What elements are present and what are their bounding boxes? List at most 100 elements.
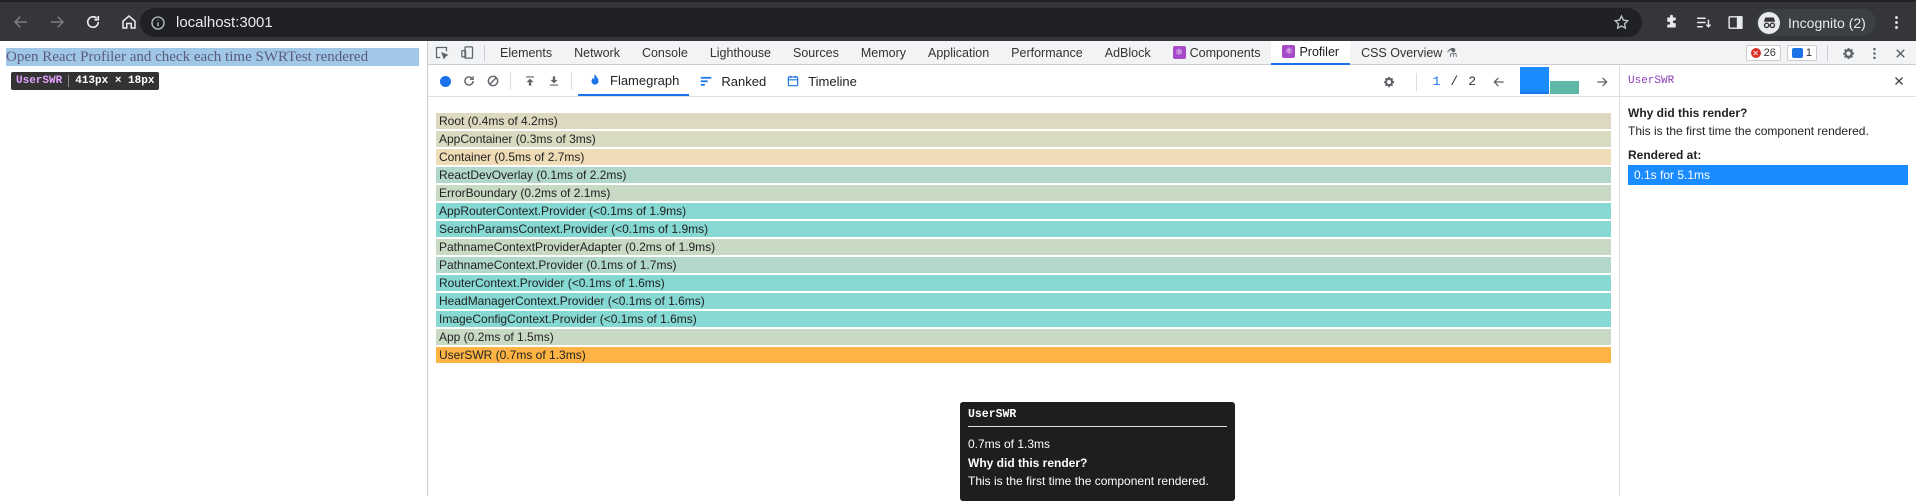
flamegraph-node[interactable]: RouterContext.Provider (<0.1ms of 1.6ms) <box>436 275 1611 291</box>
block-icon <box>487 75 499 87</box>
commit-navigator: 1 / 2 <box>1376 66 1613 97</box>
save-profile-button[interactable] <box>543 70 565 92</box>
flamegraph-node[interactable]: PathnameContextProviderAdapter (0.2ms of… <box>436 239 1611 255</box>
profiler-settings-button[interactable] <box>1378 71 1400 93</box>
devtools-close-button[interactable] <box>1890 43 1910 63</box>
error-badge[interactable]: ✕ 26 <box>1745 45 1781 61</box>
react-icon: ⚛ <box>1282 45 1296 58</box>
commit-current: 1 <box>1432 74 1441 89</box>
tab-label: Lighthouse <box>709 45 771 60</box>
profile-button[interactable]: Incognito (2) <box>1756 9 1876 36</box>
reading-list-icon <box>1696 17 1711 28</box>
rendered-at-item[interactable]: 0.1s for 5.1ms <box>1628 165 1908 185</box>
flamegraph-node[interactable]: Root (0.4ms of 4.2ms) <box>436 113 1611 129</box>
tooltip-question: Why did this render? <box>968 456 1088 470</box>
url-text[interactable]: localhost:3001 <box>176 14 273 31</box>
tab-console[interactable]: Console <box>631 41 699 65</box>
tab-network[interactable]: Network <box>563 41 631 65</box>
star-icon[interactable] <box>1613 14 1630 31</box>
why-render-label: Why did this render? <box>1628 106 1748 120</box>
tab-sources[interactable]: Sources <box>782 41 850 65</box>
flamegraph-node[interactable]: HeadManagerContext.Provider (<0.1ms of 1… <box>436 293 1611 309</box>
tab-label: Elements <box>500 45 553 60</box>
side-panel-button[interactable] <box>1724 12 1746 34</box>
tab-lighthouse[interactable]: Lighthouse <box>699 41 782 65</box>
forward-button[interactable] <box>42 7 72 37</box>
reload-and-profile-button[interactable] <box>458 70 480 92</box>
load-profile-button[interactable] <box>519 70 541 92</box>
message-count: 1 <box>1805 47 1812 59</box>
highlighted-element-text[interactable]: Open React Profiler and check each time … <box>6 48 419 66</box>
page-viewport: Open React Profiler and check each time … <box>0 41 428 496</box>
next-commit-button[interactable] <box>1591 71 1613 93</box>
tab-ranked[interactable]: Ranked <box>689 66 776 96</box>
inspect-tooltip-size: 413px × 18px <box>75 75 155 87</box>
upload-icon <box>525 76 535 86</box>
inspect-tooltip-divider <box>68 75 70 87</box>
tab-elements[interactable]: Elements <box>489 41 563 65</box>
kebab-icon <box>1872 47 1876 59</box>
tab-css-overview[interactable]: CSS Overview ⚗ <box>1350 41 1469 65</box>
devtools-tabs: Elements Network Console Lighthouse Sources M… <box>489 40 1469 65</box>
profile-label: Incognito (2) <box>1788 14 1866 31</box>
extensions-button[interactable] <box>1660 12 1682 34</box>
flamegraph-node[interactable]: ReactDevOverlay (0.1ms of 2.2ms) <box>436 167 1611 183</box>
tab-timeline[interactable]: Timeline <box>776 66 867 96</box>
flamegraph-node[interactable]: SearchParamsContext.Provider (<0.1ms of … <box>436 221 1611 237</box>
info-icon[interactable] <box>150 15 166 31</box>
device-toolbar-button[interactable] <box>454 41 480 65</box>
chrome-menu-button[interactable] <box>1886 12 1908 34</box>
reading-list-button[interactable] <box>1692 12 1714 34</box>
side-panel-icon <box>1727 16 1743 29</box>
flamegraph-node[interactable]: AppContainer (0.3ms of 3ms) <box>436 131 1611 147</box>
selected-fiber-panel: UserSWR Why did this render? This is the… <box>1619 66 1916 496</box>
selected-component-name: UserSWR <box>1628 75 1675 87</box>
reload-icon <box>86 15 100 28</box>
flamegraph-node[interactable]: ImageConfigContext.Provider (<0.1ms of 1… <box>436 311 1611 327</box>
back-button[interactable] <box>6 7 36 37</box>
tab-components[interactable]: ⚛ Components <box>1162 41 1272 65</box>
commit-bar[interactable] <box>1520 67 1549 94</box>
incognito-icon <box>1758 11 1780 34</box>
tooltip-title: UserSWR <box>968 408 1227 427</box>
reload-button[interactable] <box>78 7 108 37</box>
tab-memory[interactable]: Memory <box>850 41 917 65</box>
tab-profiler[interactable]: ⚛ Profiler <box>1271 40 1351 65</box>
tab-label: Memory <box>860 45 907 60</box>
commit-selector[interactable] <box>1520 66 1579 97</box>
why-render-text: This is the first time the component ren… <box>1628 124 1869 138</box>
tab-label: AdBlock <box>1104 45 1151 60</box>
flamegraph-node[interactable]: AppRouterContext.Provider (<0.1ms of 1.9… <box>436 203 1611 219</box>
previous-commit-button[interactable] <box>1488 71 1510 93</box>
flamegraph-node[interactable]: PathnameContext.Provider (0.1ms of 1.7ms… <box>436 257 1611 273</box>
clear-profile-button[interactable] <box>482 70 504 92</box>
tab-flamegraph[interactable]: Flamegraph <box>578 66 690 96</box>
flamegraph-node[interactable]: UserSWR (0.7ms of 1.3ms) <box>436 347 1611 363</box>
devtools-settings-button[interactable] <box>1838 43 1858 63</box>
record-button[interactable] <box>434 70 456 92</box>
tab-label: Profiler <box>1299 44 1340 59</box>
gear-icon <box>1383 76 1394 87</box>
tab-performance[interactable]: Performance <box>1000 41 1094 65</box>
flamegraph-node[interactable]: ErrorBoundary (0.2ms of 2.1ms) <box>436 185 1611 201</box>
device-icon <box>460 46 473 59</box>
error-count: 26 <box>1763 47 1776 59</box>
flame-icon <box>591 74 599 85</box>
close-icon[interactable] <box>1892 74 1906 88</box>
address-bar[interactable]: localhost:3001 <box>140 8 1642 37</box>
selected-fiber-header: UserSWR <box>1620 66 1916 97</box>
inspect-element-button[interactable] <box>428 41 454 65</box>
tab-label: Application <box>928 45 990 60</box>
tab-application[interactable]: Application <box>917 41 1000 65</box>
devtools-menu-button[interactable] <box>1864 43 1884 63</box>
commit-bar[interactable] <box>1550 81 1579 94</box>
tab-adblock[interactable]: AdBlock <box>1094 41 1162 65</box>
flamegraph-tooltip: UserSWR 0.7ms of 1.3ms Why did this rend… <box>960 402 1235 501</box>
tab-label: Sources <box>793 45 839 60</box>
flamegraph-node[interactable]: Container (0.5ms of 2.7ms) <box>436 149 1611 165</box>
tooltip-duration: 0.7ms of 1.3ms <box>968 437 1051 451</box>
reload-icon <box>464 76 474 86</box>
flamegraph-chart: Root (0.4ms of 4.2ms) AppContainer (0.3ms… <box>436 113 1611 365</box>
message-badge[interactable]: 1 <box>1786 45 1817 61</box>
flamegraph-node[interactable]: App (0.2ms of 1.5ms) <box>436 329 1611 345</box>
